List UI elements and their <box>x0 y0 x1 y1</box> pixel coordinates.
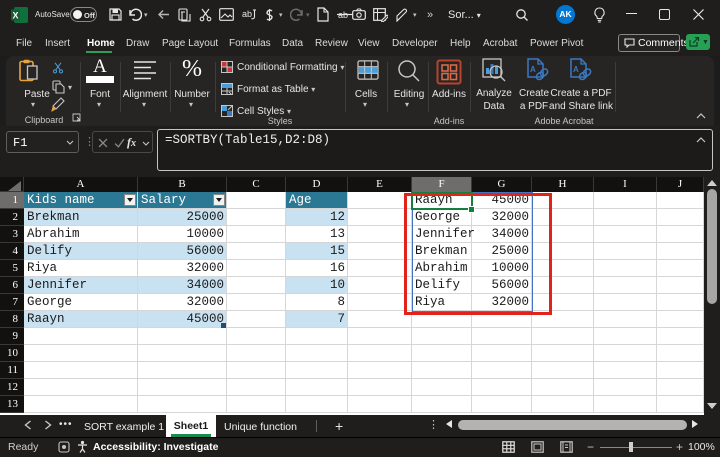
svg-text:A: A <box>530 65 536 74</box>
svg-text:ab: ab <box>242 9 252 19</box>
svg-text:A: A <box>573 65 579 74</box>
